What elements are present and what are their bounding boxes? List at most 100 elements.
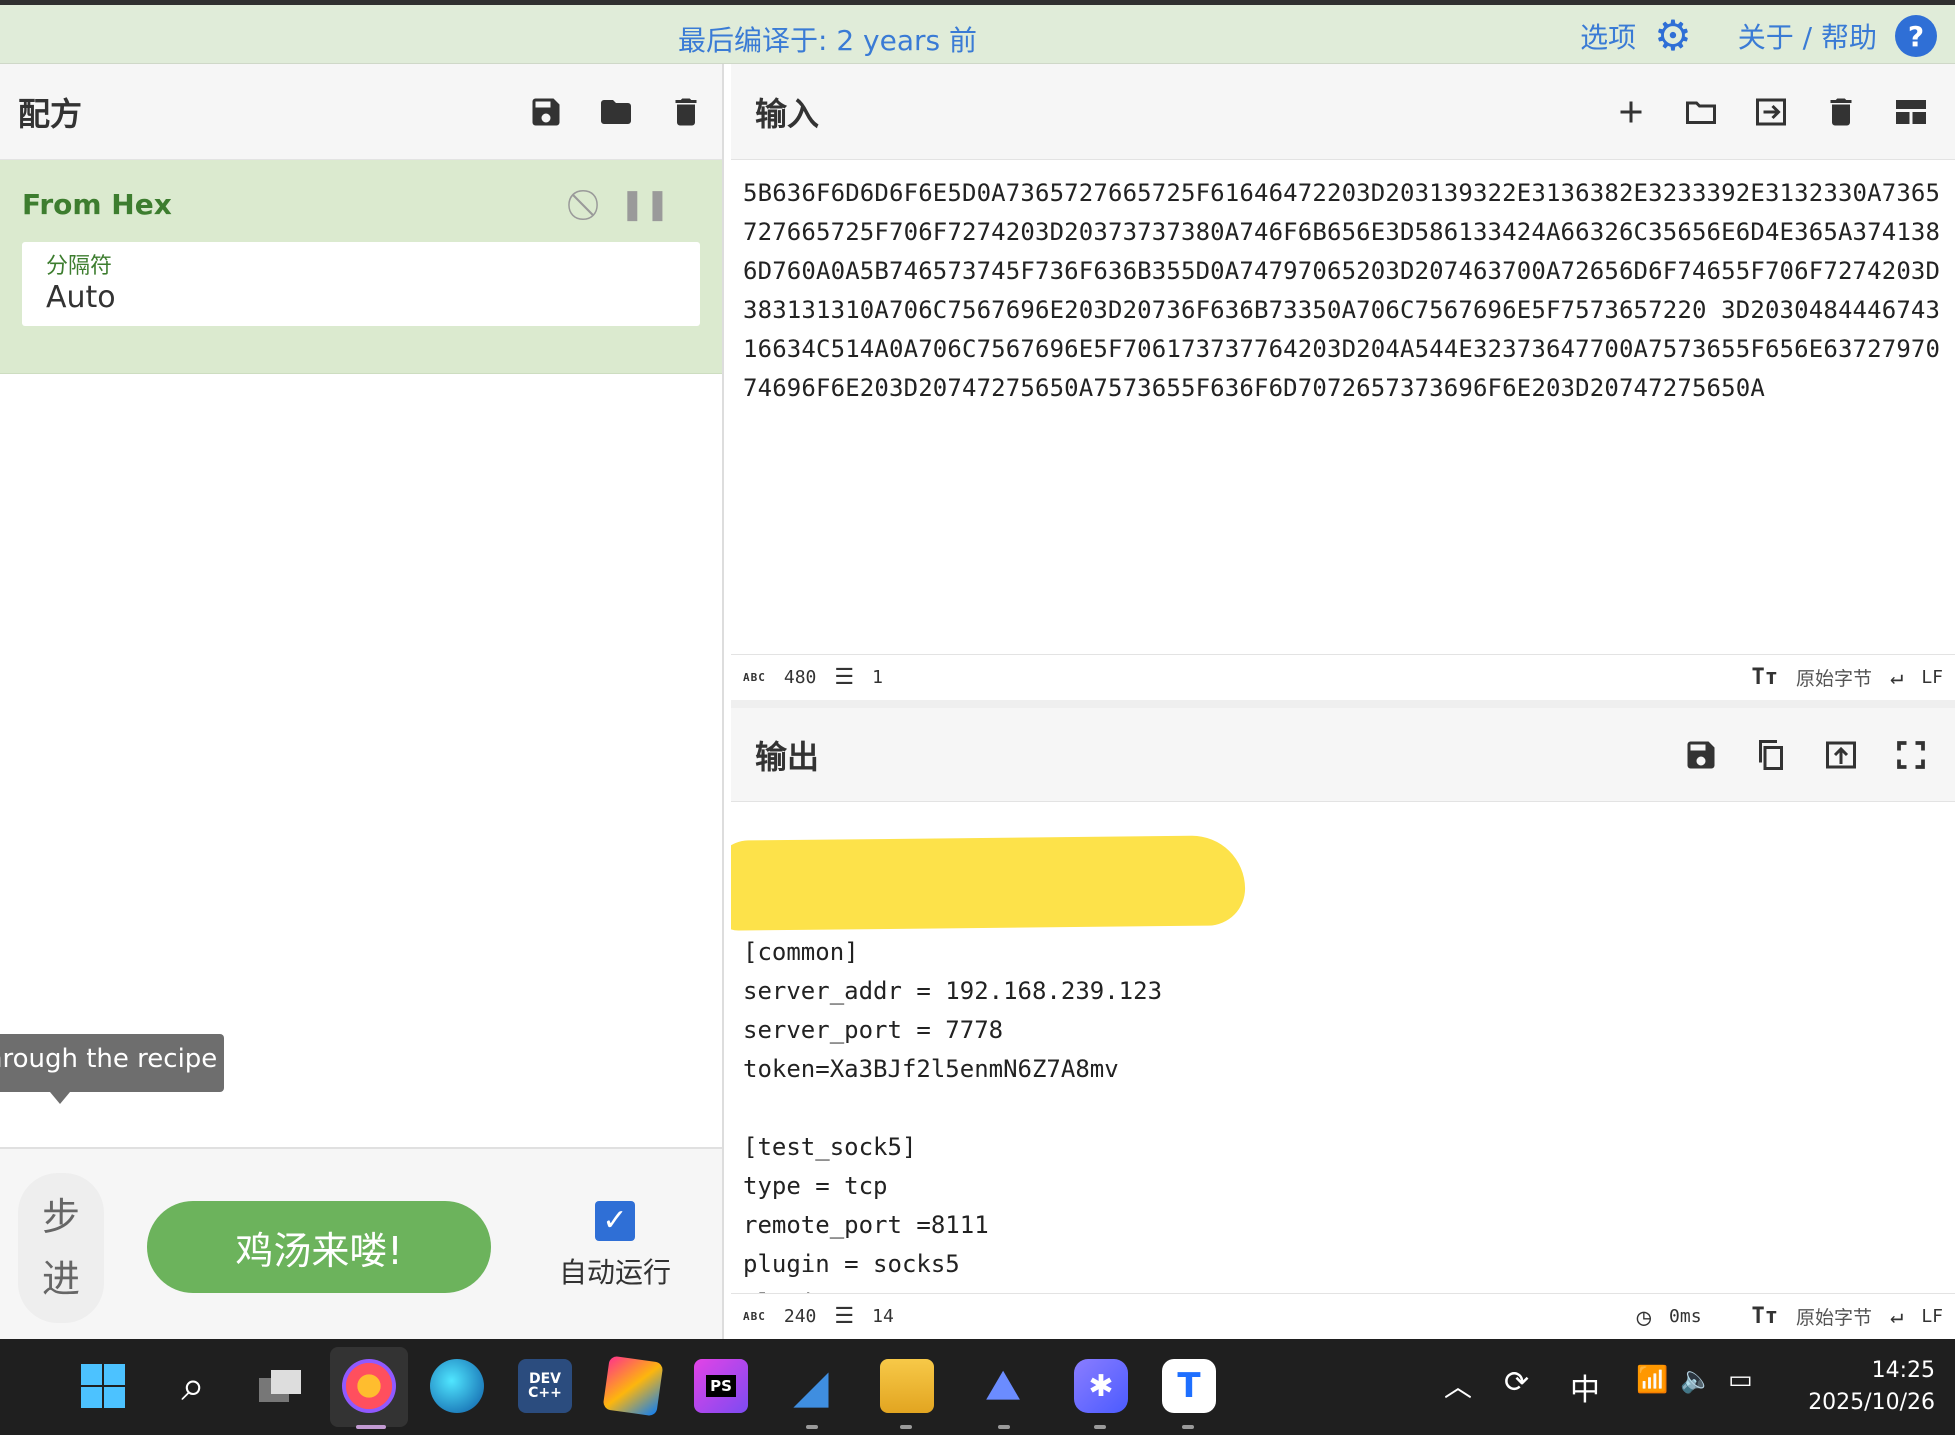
input-lines: 1 [872, 667, 883, 688]
bake-time: 0ms [1669, 1306, 1702, 1327]
clear-recipe-trash-icon[interactable] [668, 94, 704, 130]
firefox-icon[interactable] [342, 1359, 396, 1413]
output-lines-count: 14 [872, 1306, 894, 1327]
clear-input-trash-icon[interactable] [1823, 94, 1859, 130]
output-line: remote_port =8111 [743, 1211, 989, 1239]
clock-date: 2025/10/26 [1808, 1390, 1935, 1415]
lines-icon: ☰ [834, 665, 855, 690]
options-link[interactable]: 选项 [1580, 16, 1636, 56]
file-explorer-icon[interactable] [880, 1359, 934, 1413]
pycharm-ps-icon[interactable]: PS [694, 1359, 748, 1413]
wireshark-icon[interactable]: ◢ [784, 1359, 838, 1413]
save-output-icon[interactable] [1683, 737, 1719, 773]
output-line: type = tcp [743, 1172, 888, 1200]
wireshark-running-indicator [806, 1425, 818, 1429]
output-title: 输出 [755, 737, 820, 776]
input-eol[interactable]: LF [1921, 667, 1943, 688]
photos-running-indicator [998, 1425, 1010, 1429]
open-folder-icon[interactable] [1683, 94, 1719, 130]
jetbrains-toolbox-icon[interactable] [602, 1355, 664, 1417]
replace-input-with-output-icon[interactable] [1823, 737, 1859, 773]
operation-name: From Hex [22, 187, 172, 221]
input-encoding[interactable]: 原始字节 [1796, 664, 1872, 691]
output-line: [test_sock5] [743, 1133, 917, 1161]
input-header: 输入 [731, 64, 1955, 160]
delimiter-value[interactable]: Auto [46, 280, 676, 315]
input-textarea[interactable]: 5B636F6D6D6F6E5D0A7365727665725F61646472… [731, 160, 1955, 654]
system-clock[interactable]: 14:25 2025/10/26 [1808, 1355, 1935, 1419]
output-lines: [common] server_addr = 192.168.239.123 ser… [743, 933, 1943, 1293]
bake-controls: 步 进 鸡汤来喽! ✓ 自动运行 [0, 1147, 722, 1339]
output-statusbar: ABC 240 ☰ 14 ◷ 0ms Tт 原始字节 ↵ LF [731, 1293, 1955, 1339]
text-encoding-icon[interactable]: Tт [1752, 1304, 1779, 1329]
output-eol[interactable]: LF [1921, 1306, 1943, 1327]
autobake-toggle[interactable]: ✓ 自动运行 [555, 1201, 675, 1291]
taskbar: ⌕ DEV C++ PS ◢ ⛰ ✱ T ︿ ⟳ 中 📶 🔈 ▭ 14:25 20… [0, 1339, 1955, 1435]
output-header: 输出 [731, 708, 1955, 802]
recipe-title: 配方 [18, 94, 83, 133]
search-icon[interactable]: ⌕ [166, 1359, 220, 1413]
clock-icon: ◷ [1636, 1302, 1652, 1331]
step-button[interactable]: 步 进 [18, 1173, 104, 1323]
abc-icon: ABC [743, 671, 766, 684]
firefox-running-indicator [356, 1425, 386, 1429]
assistant-running-indicator [1094, 1425, 1106, 1429]
output-line: [common] [743, 938, 859, 966]
about-help-link[interactable]: 关于 / 帮助 [1738, 16, 1877, 56]
wifi-icon[interactable]: 📶 [1636, 1365, 1668, 1395]
windows-start-icon[interactable] [76, 1359, 130, 1413]
step-tooltip: hrough the recipe [0, 1034, 224, 1092]
maximise-output-icon[interactable] [1893, 737, 1929, 773]
output-textarea[interactable]: [common] server_addr = 192.168.239.123 ser… [731, 802, 1955, 1293]
help-icon[interactable]: ? [1895, 15, 1937, 57]
step-label-1: 步 [41, 1195, 80, 1239]
input-statusbar: ABC 480 ☰ 1 Tт 原始字节 ↵ LF [731, 654, 1955, 700]
yellow-highlight-annotation [731, 835, 1246, 931]
ime-indicator[interactable]: 中 [1570, 1365, 1600, 1409]
delimiter-select[interactable]: 分隔符 Auto [22, 242, 700, 326]
explorer-running-indicator [900, 1425, 912, 1429]
delimiter-label: 分隔符 [46, 254, 113, 279]
add-tab-plus-icon[interactable] [1613, 94, 1649, 130]
tencent-app-icon[interactable]: T [1162, 1359, 1216, 1413]
output-encoding[interactable]: 原始字节 [1796, 1303, 1872, 1330]
gear-icon[interactable]: ⚙ [1654, 15, 1692, 57]
load-recipe-folder-icon[interactable] [598, 94, 634, 130]
output-line: token=Xa3BJf2l5enmN6Z7A8mv [743, 1055, 1119, 1083]
dev-cpp-icon[interactable]: DEV C++ [518, 1359, 572, 1413]
autobake-label: 自动运行 [558, 1256, 671, 1289]
breakpoint-pause-icon[interactable]: ❚❚ [620, 187, 670, 222]
reset-layout-icon[interactable] [1893, 94, 1929, 130]
task-view-icon[interactable] [254, 1359, 308, 1413]
operation-from-hex[interactable]: From Hex ⃠ ❚❚ 分隔符 Auto [0, 160, 722, 374]
sync-icon[interactable]: ⟳ [1504, 1365, 1529, 1400]
output-length: 240 [783, 1306, 817, 1327]
clock-time: 14:25 [1871, 1358, 1935, 1383]
volume-icon[interactable]: 🔈 [1680, 1365, 1712, 1395]
bake-button[interactable]: 鸡汤来喽! [147, 1201, 491, 1293]
output-pane: 输出 [common] server_addr = 192.168.239.123… [731, 708, 1955, 1339]
open-file-input-icon[interactable] [1753, 94, 1789, 130]
edge-icon[interactable] [430, 1359, 484, 1413]
eol-icon[interactable]: ↵ [1890, 665, 1903, 690]
autobake-checkbox[interactable]: ✓ [595, 1201, 635, 1241]
output-line: server_port = 7778 [743, 1016, 1004, 1044]
recipe-header: 配方 [0, 64, 722, 160]
save-recipe-icon[interactable] [528, 94, 564, 130]
pane-divider[interactable] [731, 700, 1955, 708]
output-line: plugin_user = 0HDFt16cLQJ [743, 1284, 1943, 1293]
input-title: 输入 [755, 94, 820, 133]
step-label-2: 进 [41, 1257, 80, 1301]
show-hidden-icons-chevron-icon[interactable]: ︿ [1444, 1365, 1472, 1405]
copy-output-icon[interactable] [1753, 737, 1789, 773]
text-encoding-icon[interactable]: Tт [1752, 665, 1779, 690]
eol-icon[interactable]: ↵ [1890, 1304, 1903, 1329]
battery-icon[interactable]: ▭ [1728, 1365, 1753, 1395]
input-pane: 输入 5B636F6D6D6F6E5D0A7365727665725F61646… [731, 64, 1955, 700]
photos-icon[interactable]: ⛰ [976, 1359, 1030, 1413]
tencent-running-indicator [1182, 1425, 1194, 1429]
top-bar: 最后编译于: 2 years 前 选项 ⚙ 关于 / 帮助 ? [0, 0, 1955, 64]
lines-icon: ☰ [834, 1304, 855, 1329]
assistant-app-icon[interactable]: ✱ [1074, 1359, 1128, 1413]
